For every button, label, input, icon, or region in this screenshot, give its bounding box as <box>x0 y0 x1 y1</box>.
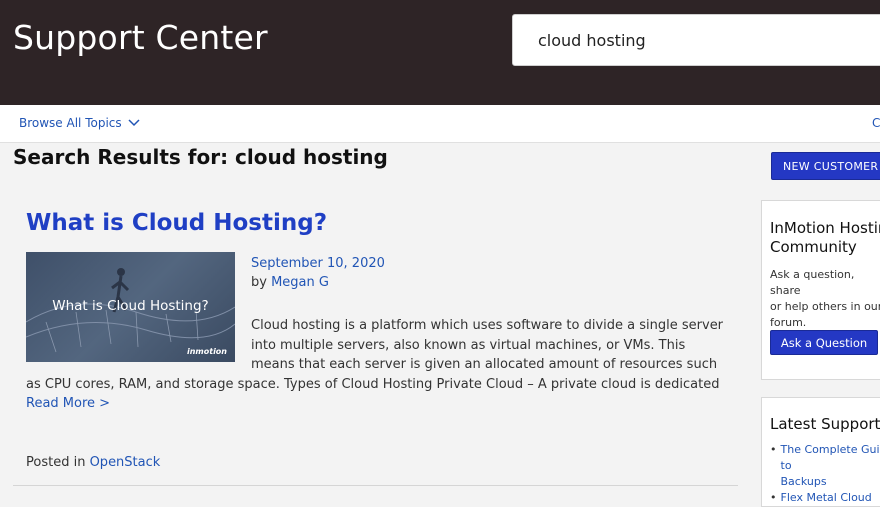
article-excerpt: Cloud hosting is a platform which uses s… <box>26 316 726 414</box>
bullet-icon: • <box>770 442 777 490</box>
page-title: Search Results for: cloud hosting <box>13 145 388 169</box>
list-item[interactable]: • Flex Metal Cloud <box>770 490 880 506</box>
result-divider <box>13 485 738 486</box>
article-byline: by Megan G <box>251 275 329 290</box>
posted-in: Posted in OpenStack <box>26 455 160 470</box>
browse-all-topics-link[interactable]: Browse All Topics <box>19 116 140 130</box>
latest-support-title: Latest Support <box>770 415 880 433</box>
author-link[interactable]: Megan G <box>271 275 329 290</box>
community-card: InMotion Hosting Community Ask a questio… <box>761 200 880 380</box>
ask-a-question-button[interactable]: Ask a Question <box>770 330 878 355</box>
article-title-link[interactable]: What is Cloud Hosting? <box>26 210 327 236</box>
list-item[interactable]: • The Complete Guide to Backups <box>770 442 880 490</box>
subnav-right-link[interactable]: C <box>872 116 880 130</box>
chevron-down-icon <box>128 119 140 127</box>
category-link[interactable]: OpenStack <box>90 455 161 470</box>
thumbnail-caption: What is Cloud Hosting? <box>26 298 235 314</box>
latest-support-list: • The Complete Guide to Backups • Flex M… <box>770 442 880 506</box>
sub-navigation: Browse All Topics C <box>0 105 880 143</box>
new-customer-button[interactable]: NEW CUSTOMER <box>771 152 880 180</box>
thumbnail-spacer <box>26 316 251 372</box>
read-more-link[interactable]: Read More > <box>26 396 110 411</box>
latest-support-card: Latest Support • The Complete Guide to B… <box>761 397 880 507</box>
bullet-icon: • <box>770 490 777 506</box>
posted-in-label: Posted in <box>26 455 85 470</box>
search-input[interactable] <box>512 14 880 66</box>
community-description: Ask a question, share or help others in … <box>770 267 880 331</box>
latest-support-link[interactable]: Flex Metal Cloud <box>781 490 872 506</box>
browse-all-topics-label: Browse All Topics <box>19 116 122 130</box>
community-title: InMotion Hosting Community <box>770 219 880 257</box>
site-title[interactable]: Support Center <box>13 18 268 57</box>
article-date-link[interactable]: September 10, 2020 <box>251 256 385 271</box>
byline-label: by <box>251 275 267 290</box>
site-header: Support Center <box>0 0 880 105</box>
latest-support-link[interactable]: The Complete Guide to Backups <box>781 442 880 490</box>
